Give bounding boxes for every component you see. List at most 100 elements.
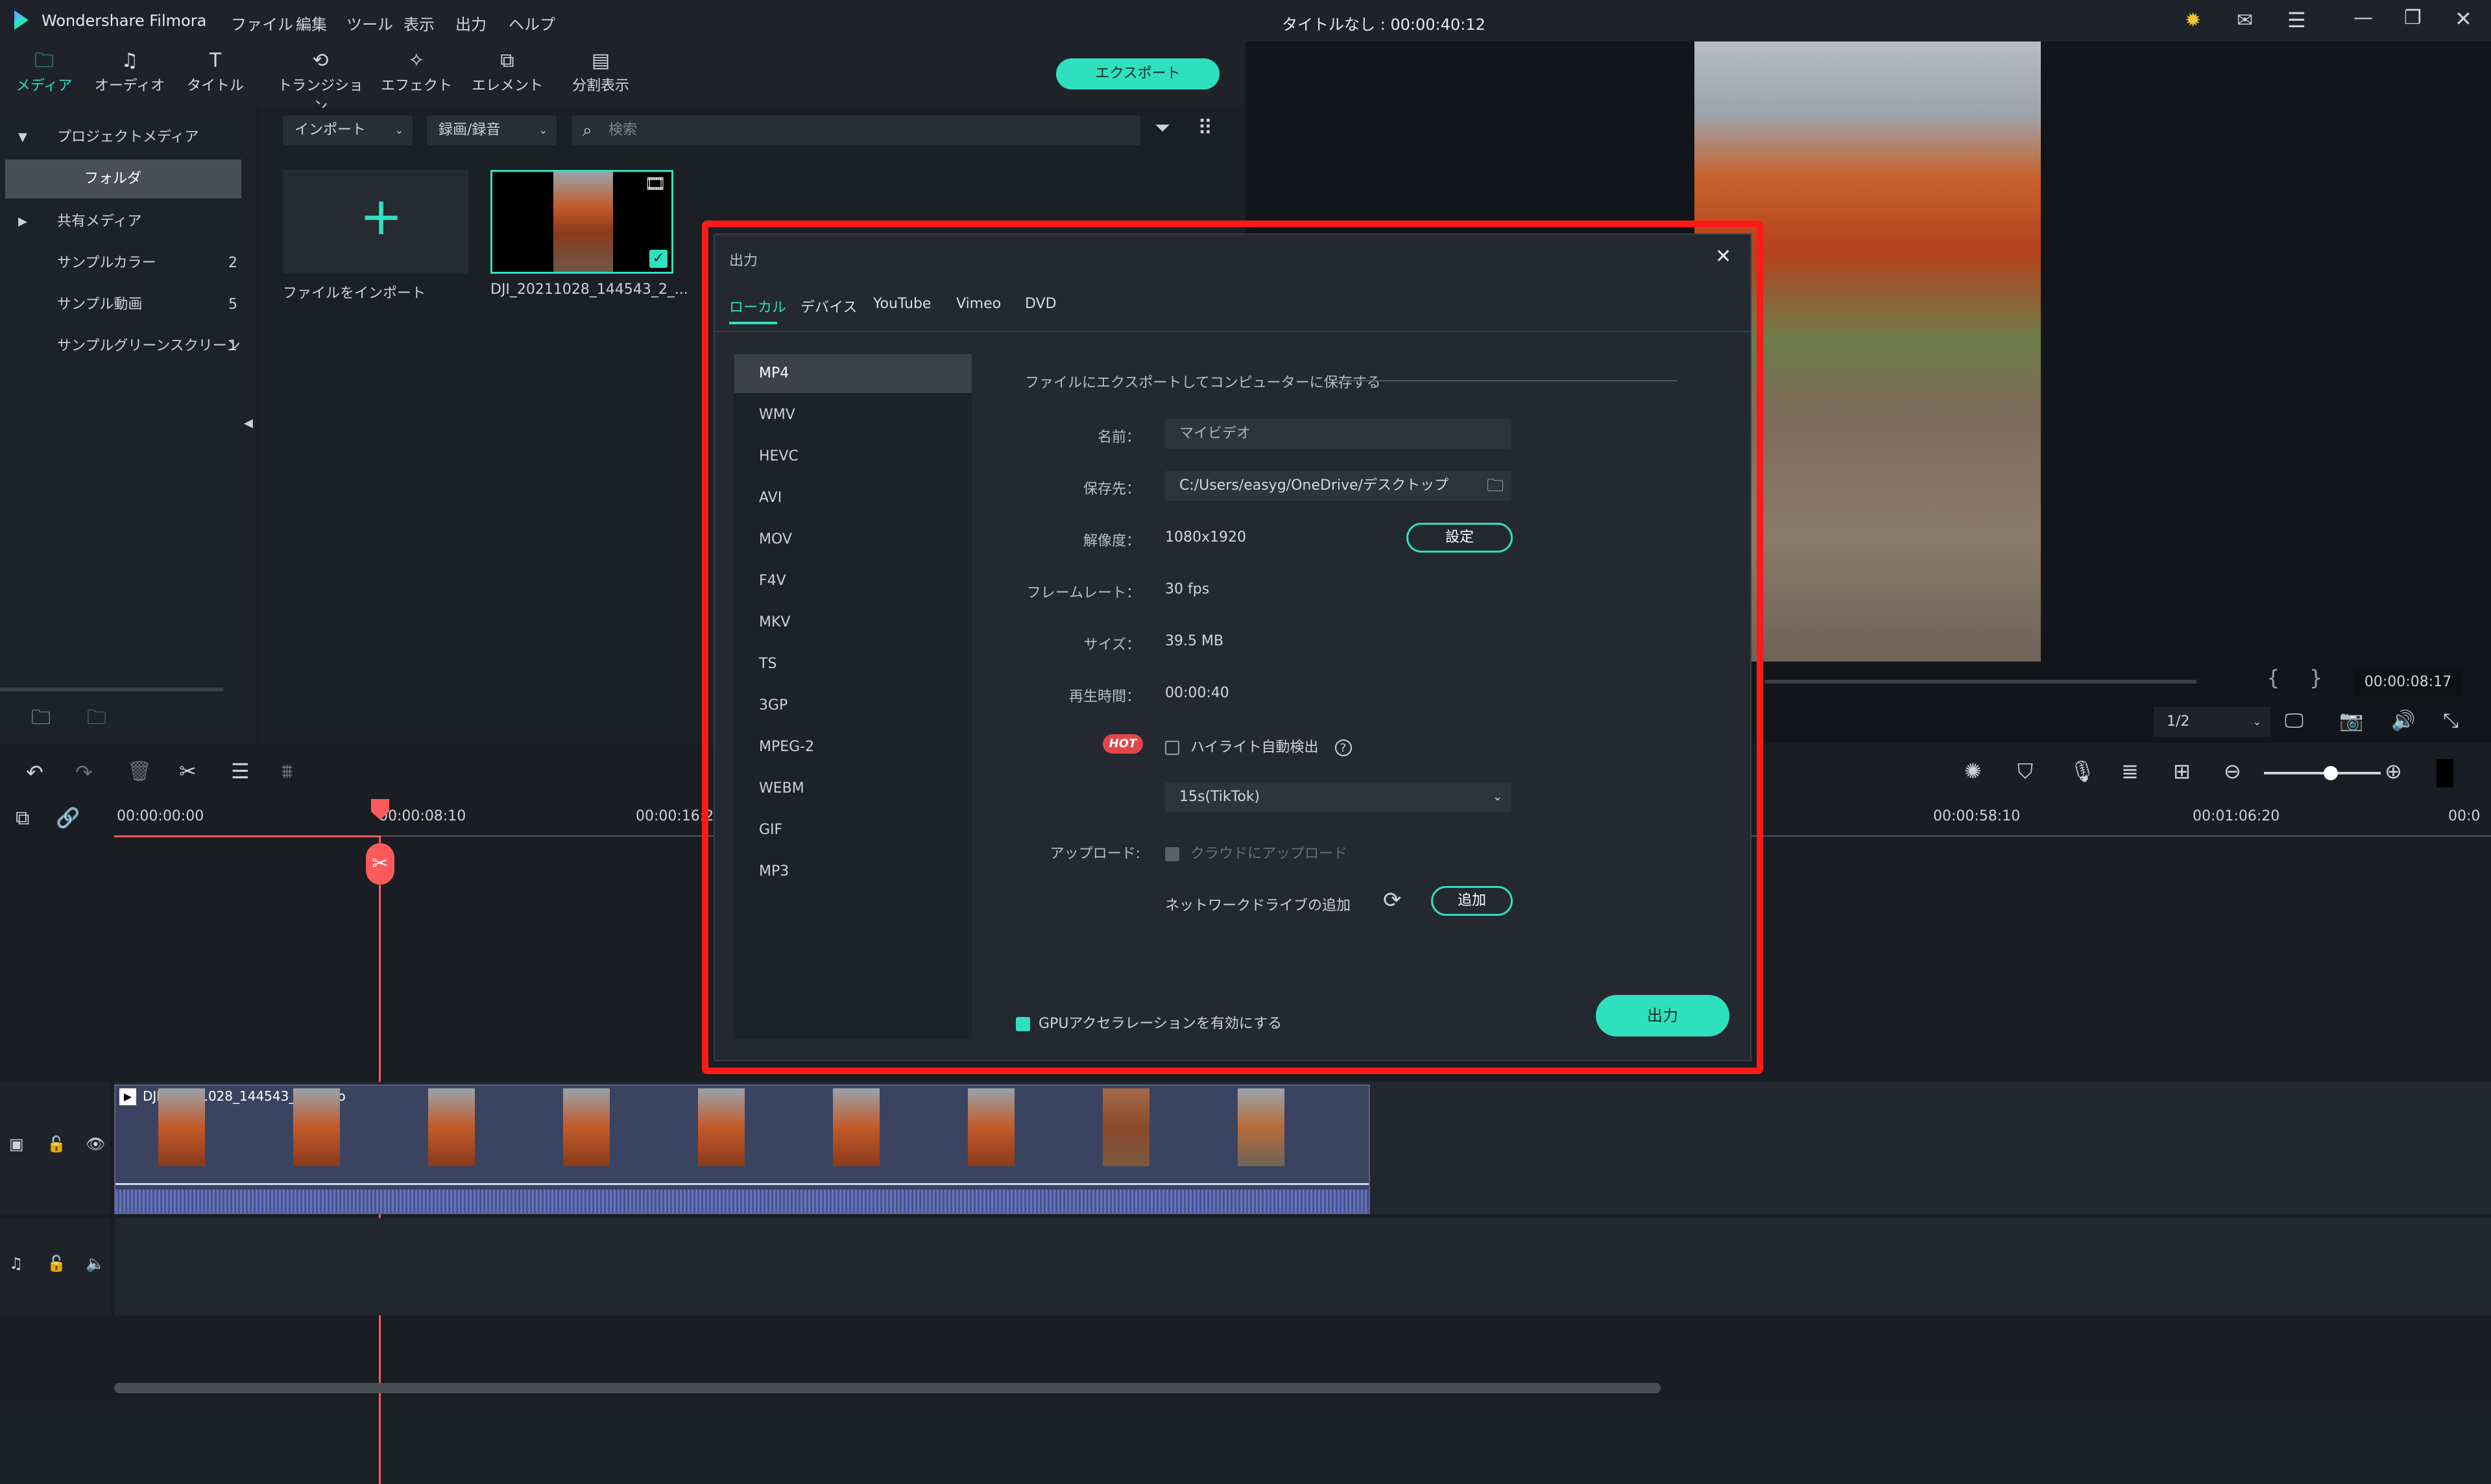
format-mp4[interactable]: MP4 xyxy=(734,354,972,393)
audio-wave-icon[interactable]: ⩩ xyxy=(282,759,293,784)
add-track-icon[interactable]: ⧉ xyxy=(16,807,29,830)
record-dropdown[interactable]: 録画/録音 ⌄ xyxy=(427,115,557,145)
sample-color-row[interactable]: サンプルカラー 2 xyxy=(0,244,257,283)
network-drive-label: ネットワークドライブの追加 xyxy=(1165,898,1351,914)
voiceover-list-icon[interactable]: ≣ xyxy=(2121,759,2139,784)
highlight-checkbox[interactable]: ハイライト自動検出 ? xyxy=(1165,736,1352,756)
menu-tools[interactable]: ツール xyxy=(346,12,393,34)
playhead-scissors-icon[interactable]: ✂ xyxy=(366,843,394,885)
close-window-icon[interactable]: ✕ xyxy=(2455,6,2472,31)
speaker-icon[interactable]: 🔈 xyxy=(86,1254,105,1273)
project-media-row[interactable]: ▼ プロジェクトメディア xyxy=(0,118,257,157)
sample-video-row[interactable]: サンプル動画 5 xyxy=(0,285,257,324)
tab-youtube[interactable]: YouTube xyxy=(873,296,931,312)
help-icon[interactable]: ? xyxy=(1334,739,1352,756)
mail-icon[interactable]: ✉ xyxy=(2237,9,2253,32)
zoom-in-icon[interactable]: ⊕ xyxy=(2385,759,2402,784)
shared-media-row[interactable]: ▶ 共有メディア xyxy=(0,202,257,241)
panel-scrollbar[interactable] xyxy=(0,688,223,691)
restore-icon[interactable]: ❐ xyxy=(2404,6,2422,29)
output-button[interactable]: 出力 xyxy=(1596,995,1729,1036)
tab-transitions[interactable]: ⟲ トランジション xyxy=(275,48,366,115)
folder-row[interactable]: フォルダ xyxy=(5,160,241,198)
search-input[interactable]: ⌕ 検索 xyxy=(572,115,1140,145)
sample-greenscreen-row[interactable]: サンプルグリーンスクリーン 1 xyxy=(0,327,257,366)
mark-in-bracket[interactable]: { xyxy=(2267,665,2280,690)
audio-track-header: ♫ 🔓 🔈 xyxy=(0,1218,110,1315)
settings-button[interactable]: 設定 xyxy=(1406,523,1513,553)
volume-icon[interactable]: 🔊 xyxy=(2391,710,2415,732)
gpu-checkbox-box[interactable] xyxy=(1016,1017,1030,1031)
export-button[interactable]: エクスポート xyxy=(1056,58,1220,90)
lock-icon[interactable]: 🔓 xyxy=(47,1254,66,1273)
delete-icon[interactable]: 🗑 xyxy=(127,760,152,783)
clip-frame-thumbnail xyxy=(428,1088,475,1166)
tab-dvd[interactable]: DVD xyxy=(1025,296,1057,312)
import-file-tile[interactable]: + xyxy=(283,170,468,274)
menu-file[interactable]: ファイル xyxy=(231,12,293,34)
folder-browse-icon[interactable]: 🗀 xyxy=(1487,471,1504,501)
timeline-zoom-slider[interactable] xyxy=(2264,766,2381,780)
snapshot-camera-icon[interactable]: 📷 xyxy=(2339,710,2363,732)
display-icon[interactable]: 🖵 xyxy=(2285,710,2304,732)
undo-icon[interactable]: ↶ xyxy=(26,760,43,785)
tab-titles[interactable]: T タイトル xyxy=(176,48,254,95)
timeline-horizontal-scrollbar[interactable] xyxy=(114,1383,1661,1393)
grid-view-icon[interactable]: ⠿ xyxy=(1197,115,1212,140)
destination-field[interactable]: C:/Users/easyg/OneDrive/デスクトップ 🗀 xyxy=(1165,471,1511,501)
gpu-checkbox[interactable]: GPUアクセラレーションを有効にする xyxy=(1016,1012,1282,1033)
microphone-icon[interactable]: 🎙 xyxy=(2069,759,2096,784)
mark-out-bracket[interactable]: } xyxy=(2309,665,2322,690)
tab-device[interactable]: デバイス xyxy=(800,296,857,317)
format-mpeg2[interactable]: MPEG-2 xyxy=(734,728,972,767)
lightbulb-icon[interactable]: ✹ xyxy=(2185,9,2201,32)
pause-bars-icon[interactable] xyxy=(2437,759,2453,787)
collapse-panel-icon[interactable]: ◀ xyxy=(244,416,253,430)
adjust-icon[interactable]: ☰ xyxy=(231,759,250,784)
cut-scissors-icon[interactable]: ✂ xyxy=(179,759,197,784)
add-network-drive-button[interactable]: 追加 xyxy=(1431,886,1513,916)
tab-vimeo[interactable]: Vimeo xyxy=(956,296,1001,312)
tab-audio[interactable]: ♫ オーディオ xyxy=(91,48,169,95)
snap-icon[interactable]: ⊞ xyxy=(2173,759,2191,784)
fullscreen-icon[interactable]: ⤡ xyxy=(2443,710,2459,732)
new-folder-icon[interactable]: 🗀 xyxy=(31,703,51,736)
tab-titles-label: タイトル xyxy=(186,78,244,94)
highlight-checkbox-box[interactable] xyxy=(1165,741,1179,755)
tab-effects[interactable]: ✧ エフェクト xyxy=(378,48,455,95)
filter-icon[interactable]: ⏷ xyxy=(1155,117,1170,139)
ruler-tick-label: 00:0 xyxy=(2448,808,2481,824)
minimize-icon[interactable]: — xyxy=(2353,6,2373,29)
zoom-out-icon[interactable]: ⊖ xyxy=(2224,759,2241,784)
link-icon[interactable]: 🔗 xyxy=(56,807,80,830)
tab-split-screen[interactable]: ▤ 分割表示 xyxy=(562,48,640,95)
menu-output[interactable]: 出力 xyxy=(455,12,487,34)
refresh-icon[interactable]: ⟳ xyxy=(1383,887,1402,913)
format-webm[interactable]: WEBM xyxy=(734,769,972,808)
name-field[interactable]: マイビデオ xyxy=(1165,419,1511,449)
menu-edit[interactable]: 編集 xyxy=(296,12,327,34)
zoom-dropdown[interactable]: 1/2 ⌄ xyxy=(2154,707,2270,737)
zoom-slider-handle[interactable] xyxy=(2324,766,2338,780)
import-dropdown[interactable]: インポート ⌄ xyxy=(283,115,413,145)
menu-help[interactable]: ヘルプ xyxy=(509,12,555,34)
title-bar: Wondershare Filmora ファイル 編集 ツール 表示 出力 ヘル… xyxy=(0,0,2491,42)
video-clip[interactable]: ▶ DJI_20211028_144543_2_video xyxy=(114,1084,1370,1214)
redo-icon[interactable]: ↷ xyxy=(75,760,93,785)
lock-icon[interactable]: 🔓 xyxy=(47,1135,66,1153)
render-icon[interactable]: ✺ xyxy=(1964,759,1982,784)
clip-frame-thumbnail xyxy=(1238,1088,1284,1166)
close-icon[interactable]: ✕ xyxy=(1715,245,1731,268)
tab-local[interactable]: ローカル xyxy=(729,296,786,317)
tab-media[interactable]: 🗀 メディア xyxy=(5,48,83,110)
media-clip-thumbnail[interactable]: 🎞 ✓ xyxy=(490,170,673,274)
menu-list-icon[interactable]: ☰ xyxy=(2287,8,2306,32)
eye-icon[interactable]: 👁 xyxy=(86,1135,105,1153)
menu-view[interactable]: 表示 xyxy=(403,12,435,34)
play-clip-icon: ▶ xyxy=(119,1088,136,1105)
highlight-duration-select[interactable]: 15s(TikTok) ⌄ xyxy=(1165,782,1511,812)
tab-elements[interactable]: ⧉ エレメント xyxy=(468,48,546,95)
marker-icon[interactable]: ⛉ xyxy=(2017,759,2033,784)
preview-progress-track[interactable] xyxy=(1764,680,2196,684)
folder-outline-icon[interactable]: 🗀 xyxy=(87,703,106,736)
